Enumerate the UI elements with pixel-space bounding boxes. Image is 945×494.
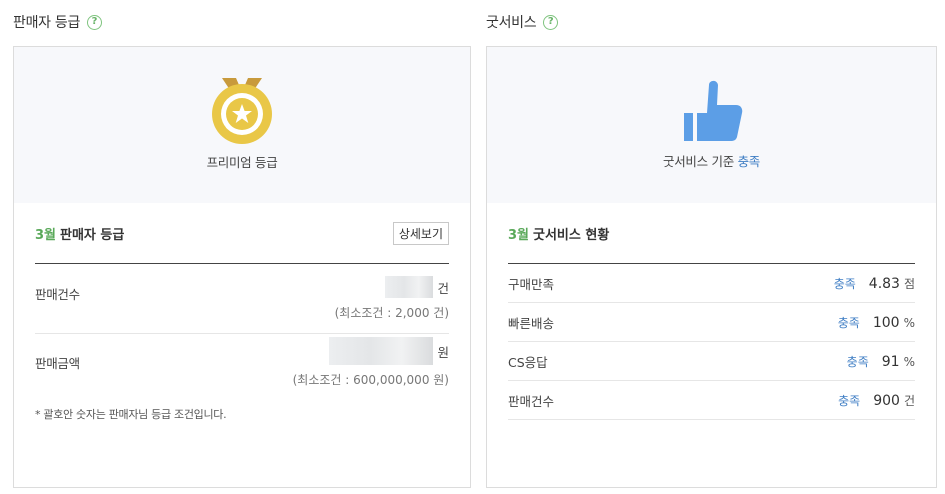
service-row-value: 100 — [872, 314, 900, 331]
blurred-value — [329, 337, 434, 365]
seller-grade-title: 판매자 등급 — [13, 15, 81, 31]
service-row: 판매건수 충족 900 건 — [508, 381, 915, 420]
service-row-status: 충족 — [846, 354, 869, 369]
help-icon[interactable]: ? — [87, 14, 103, 30]
service-caption-text: 굿서비스 기준 — [663, 154, 734, 169]
sales-count-stat: 판매건수 건 (최소조건 : 2,000 건) — [35, 264, 449, 334]
month-label: 3월 — [35, 227, 57, 243]
stat-label: 판매금액 — [35, 356, 80, 371]
service-row-value: 900 — [873, 392, 900, 409]
service-detail: 3월 굿서비스 현황 구매만족 충족 4.83 점 빠른배송 충족 100 % — [487, 203, 936, 420]
seller-grade-header: 판매자 등급 ? — [13, 0, 471, 44]
blurred-value — [385, 276, 434, 298]
service-row: CS응답 충족 91 % — [508, 342, 915, 381]
grade-detail-title: 판매자 등급 — [60, 227, 125, 243]
stat-unit: 건 — [437, 280, 449, 296]
service-detail-title: 굿서비스 현황 — [533, 227, 610, 243]
seller-grade-section: 판매자 등급 ? 프리미엄 등급 3월 판매자 등급 상세보기 판매건수 건 (… — [13, 0, 471, 488]
stat-value: 건 — [385, 276, 449, 298]
grade-note: * 괄호안 숫자는 판매자님 등급 조건입니다. — [35, 408, 227, 421]
detail-view-button[interactable]: 상세보기 — [392, 221, 449, 245]
service-row-unit: 건 — [903, 393, 915, 408]
good-service-header: 굿서비스 ? — [486, 0, 937, 44]
service-row-label: 판매건수 — [508, 393, 555, 409]
service-row-status: 충족 — [838, 393, 861, 408]
medal-icon — [210, 78, 274, 144]
service-row-value: 4.83 — [868, 275, 900, 292]
service-row: 구매만족 충족 4.83 점 — [508, 264, 915, 303]
good-service-card: 굿서비스 기준 충족 3월 굿서비스 현황 구매만족 충족 4.83 점 빠른배… — [486, 46, 937, 488]
service-row-unit: % — [903, 315, 915, 330]
service-row-status: 충족 — [833, 276, 856, 291]
service-detail-header: 3월 굿서비스 현황 — [508, 203, 915, 264]
service-row-unit: 점 — [903, 276, 915, 291]
service-row: 빠른배송 충족 100 % — [508, 303, 915, 342]
sales-amount-stat: 판매금액 원 (최소조건 : 600,000,000 원) — [35, 334, 449, 398]
service-summary: 굿서비스 기준 충족 — [487, 47, 936, 203]
service-caption-status: 충족 — [737, 154, 761, 169]
good-service-section: 굿서비스 ? 굿서비스 기준 충족 3월 굿서비스 현황 구매만족 충족 4.8… — [486, 0, 937, 488]
service-row-label: 빠른배송 — [508, 315, 555, 331]
stat-condition: (최소조건 : 600,000,000 원) — [292, 373, 449, 387]
stat-value: 원 — [329, 337, 449, 365]
stat-unit: 원 — [437, 344, 449, 360]
thumbs-up-icon — [680, 77, 744, 143]
grade-caption: 프리미엄 등급 — [206, 155, 278, 170]
service-row-label: CS응답 — [508, 354, 548, 370]
grade-summary: 프리미엄 등급 — [14, 47, 470, 203]
service-row-value: 91 — [881, 353, 900, 370]
service-row-unit: % — [903, 354, 915, 369]
good-service-title: 굿서비스 — [486, 15, 537, 31]
help-icon[interactable]: ? — [543, 14, 559, 30]
month-label: 3월 — [508, 227, 530, 243]
service-row-status: 충족 — [837, 315, 860, 330]
service-row-label: 구매만족 — [508, 276, 555, 292]
grade-detail: 3월 판매자 등급 상세보기 판매건수 건 (최소조건 : 2,000 건) 판매… — [14, 203, 470, 422]
stat-condition: (최소조건 : 2,000 건) — [334, 306, 449, 320]
seller-grade-card: 프리미엄 등급 3월 판매자 등급 상세보기 판매건수 건 (최소조건 : 2,0… — [13, 46, 471, 488]
stat-label: 판매건수 — [35, 287, 80, 302]
grade-detail-header: 3월 판매자 등급 상세보기 — [35, 203, 449, 264]
service-caption: 굿서비스 기준 충족 — [663, 151, 760, 170]
